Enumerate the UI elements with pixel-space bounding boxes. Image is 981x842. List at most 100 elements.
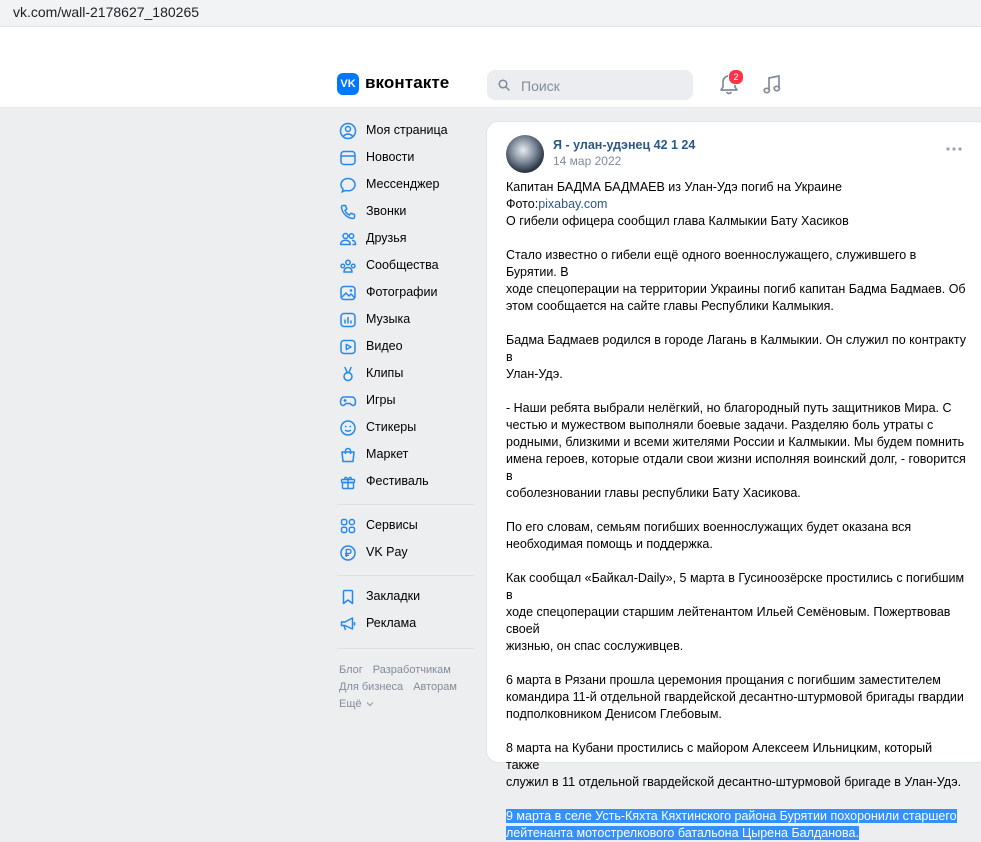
post-line: Улан-Удэ. bbox=[506, 367, 563, 381]
post-line: жизнью, он спас сослуживцев. bbox=[506, 639, 684, 653]
post-line: этом сообщается на сайте главы Республик… bbox=[506, 299, 834, 313]
footer-links-row: Блог Разработчикам bbox=[339, 664, 461, 676]
news-icon bbox=[340, 150, 356, 166]
gift-icon bbox=[340, 476, 356, 490]
footer-link-authors[interactable]: Авторам bbox=[413, 681, 457, 693]
vk-logo-text[interactable]: вконтакте bbox=[365, 73, 449, 93]
post-line: соболезновании главы республики Бату Хас… bbox=[506, 486, 801, 500]
sidebar-item-friends[interactable]: Друзья bbox=[337, 226, 477, 253]
post-line: Стало известно о гибели ещё одного военн… bbox=[506, 248, 917, 279]
message-icon bbox=[340, 177, 356, 194]
post-line: ходе спецоперации на территории Украины … bbox=[506, 282, 966, 296]
sidebar-divider bbox=[337, 575, 475, 576]
post-card: Я - улан-удэнец 42 1 24 14 мар 2022 Капи… bbox=[486, 121, 981, 840]
phone-icon bbox=[340, 204, 356, 220]
footer-link-more: Ещё bbox=[339, 698, 362, 710]
music-icon bbox=[340, 312, 356, 328]
vk-logo-icon[interactable]: VK bbox=[337, 73, 359, 95]
sidebar-item-clips[interactable]: Клипы bbox=[337, 361, 477, 388]
post-title: Капитан БАДМА БАДМАЕВ из Улан-Удэ погиб … bbox=[506, 180, 842, 194]
post-line: служил в 11 отдельной гвардейской десант… bbox=[506, 775, 962, 789]
sidebar-item-label: Мессенджер bbox=[366, 177, 440, 191]
sidebar-item-label: Сервисы bbox=[366, 518, 418, 532]
selected-text: лейтенанта мотострелкового батальона Цыр… bbox=[506, 826, 859, 840]
communities-icon bbox=[340, 259, 356, 273]
sidebar-item-video[interactable]: Видео bbox=[337, 334, 477, 361]
user-circle-icon bbox=[339, 122, 357, 140]
post-line: командира 11-й отдельной гвардейской дес… bbox=[506, 690, 964, 704]
sidebar-item-label: Стикеры bbox=[366, 420, 417, 434]
post-line: - Наши ребята выбрали нелёгкий, но благо… bbox=[506, 401, 952, 415]
vkpay-icon bbox=[340, 545, 356, 561]
post-photo-credit: Фото:pixabay.com bbox=[506, 196, 968, 213]
megaphone-icon bbox=[340, 617, 356, 631]
post-line: имена героев, которые отдали свои жизни … bbox=[506, 452, 966, 483]
sidebar-item-label: Музыка bbox=[366, 312, 411, 326]
post-line: ходе спецоперации старшим лейтенантом Ил… bbox=[506, 605, 951, 636]
sidebar-item-label: Новости bbox=[366, 150, 415, 164]
post-line: Бадма Бадмаев родился в городе Лагань в … bbox=[506, 333, 966, 364]
post-text: Капитан БАДМА БАДМАЕВ из Улан-Удэ погиб … bbox=[506, 179, 968, 842]
post-line: необходимая помощь и поддержка. bbox=[506, 537, 713, 551]
sidebar-item-label: Закладки bbox=[366, 589, 421, 603]
bookmark-icon bbox=[342, 589, 354, 605]
sidebar-item-communities[interactable]: Сообщества bbox=[337, 253, 477, 280]
post-line: 6 марта в Рязани прошла церемония прощан… bbox=[506, 673, 941, 687]
selected-text: 9 марта в селе Усть-Кяхта Кяхтинского ра… bbox=[506, 809, 957, 823]
sidebar-item-label: Маркет bbox=[366, 447, 409, 461]
post-line: родными, близкими и всеми жителями Росси… bbox=[506, 435, 965, 449]
photo-credit-label: Фото: bbox=[506, 197, 539, 211]
sidebar-item-ads[interactable]: Реклама bbox=[337, 611, 477, 638]
footer-links-row: Для бизнеса Авторам bbox=[339, 681, 467, 693]
notification-badge: 2 bbox=[728, 69, 744, 85]
search-box[interactable] bbox=[487, 70, 693, 100]
sidebar-item-stickers[interactable]: Стикеры bbox=[337, 415, 477, 442]
footer-link-blog[interactable]: Блог bbox=[339, 664, 363, 676]
music-icon[interactable] bbox=[762, 74, 782, 96]
post-line: 8 марта на Кубани простились с майором А… bbox=[506, 741, 933, 772]
sidebar-item-calls[interactable]: Звонки bbox=[337, 199, 477, 226]
post-author[interactable]: Я - улан-удэнец 42 1 24 bbox=[553, 138, 695, 152]
sidebar-item-festival[interactable]: Фестиваль bbox=[337, 469, 477, 496]
sidebar-item-label: Видео bbox=[366, 339, 403, 353]
post-date[interactable]: 14 мар 2022 bbox=[553, 154, 621, 168]
sidebar-item-vkpay[interactable]: VK Pay bbox=[337, 540, 477, 567]
clips-icon bbox=[343, 366, 353, 382]
sidebar-item-market[interactable]: Маркет bbox=[337, 442, 477, 469]
post-line: честью и мужеством выполняли боевые зада… bbox=[506, 418, 934, 432]
chevron-down-icon bbox=[366, 702, 373, 707]
sidebar-item-news[interactable]: Новости bbox=[337, 145, 477, 172]
sidebar-item-label: Друзья bbox=[366, 231, 407, 245]
sidebar-item-messenger[interactable]: Мессенджер bbox=[337, 172, 477, 199]
sidebar-divider bbox=[337, 504, 475, 505]
sidebar-item-label: VK Pay bbox=[366, 545, 408, 559]
url-text[interactable]: vk.com/wall-2178627_180265 bbox=[13, 4, 199, 20]
sidebar-item-games[interactable]: Игры bbox=[337, 388, 477, 415]
sidebar-item-label: Звонки bbox=[366, 204, 407, 218]
sidebar-item-label: Игры bbox=[366, 393, 396, 407]
sidebar-item-services[interactable]: Сервисы bbox=[337, 513, 477, 540]
market-icon bbox=[341, 447, 355, 463]
search-icon bbox=[498, 79, 510, 91]
post-line: По его словам, семьям погибших военнослу… bbox=[506, 520, 912, 534]
browser-toolbar-area bbox=[0, 27, 981, 64]
sidebar-item-music[interactable]: Музыка bbox=[337, 307, 477, 334]
sidebar-item-label: Моя страница bbox=[366, 123, 448, 137]
footer-more[interactable]: Ещё bbox=[339, 698, 374, 710]
footer-link-business[interactable]: Для бизнеса bbox=[339, 681, 403, 693]
sidebar-item-my-page[interactable]: Моя страница bbox=[337, 118, 477, 145]
sidebar-item-photos[interactable]: Фотографии bbox=[337, 280, 477, 307]
search-input[interactable] bbox=[519, 76, 688, 96]
sidebar-item-label: Реклама bbox=[366, 616, 417, 630]
sidebar-item-bookmarks[interactable]: Закладки bbox=[337, 584, 477, 611]
friends-icon bbox=[340, 232, 357, 246]
post-line: Как сообщал «Байкал-Daily», 5 марта в Гу… bbox=[506, 571, 965, 602]
sidebar-item-label: Фотографии bbox=[366, 285, 438, 299]
footer-link-developers[interactable]: Разработчикам bbox=[373, 664, 451, 676]
more-options-icon[interactable] bbox=[946, 146, 962, 152]
photo-credit-link[interactable]: pixabay.com bbox=[538, 197, 607, 211]
avatar[interactable] bbox=[506, 135, 544, 173]
sticker-icon bbox=[340, 420, 356, 436]
address-bar[interactable]: vk.com/wall-2178627_180265 bbox=[0, 0, 981, 27]
sidebar-divider bbox=[337, 648, 475, 649]
